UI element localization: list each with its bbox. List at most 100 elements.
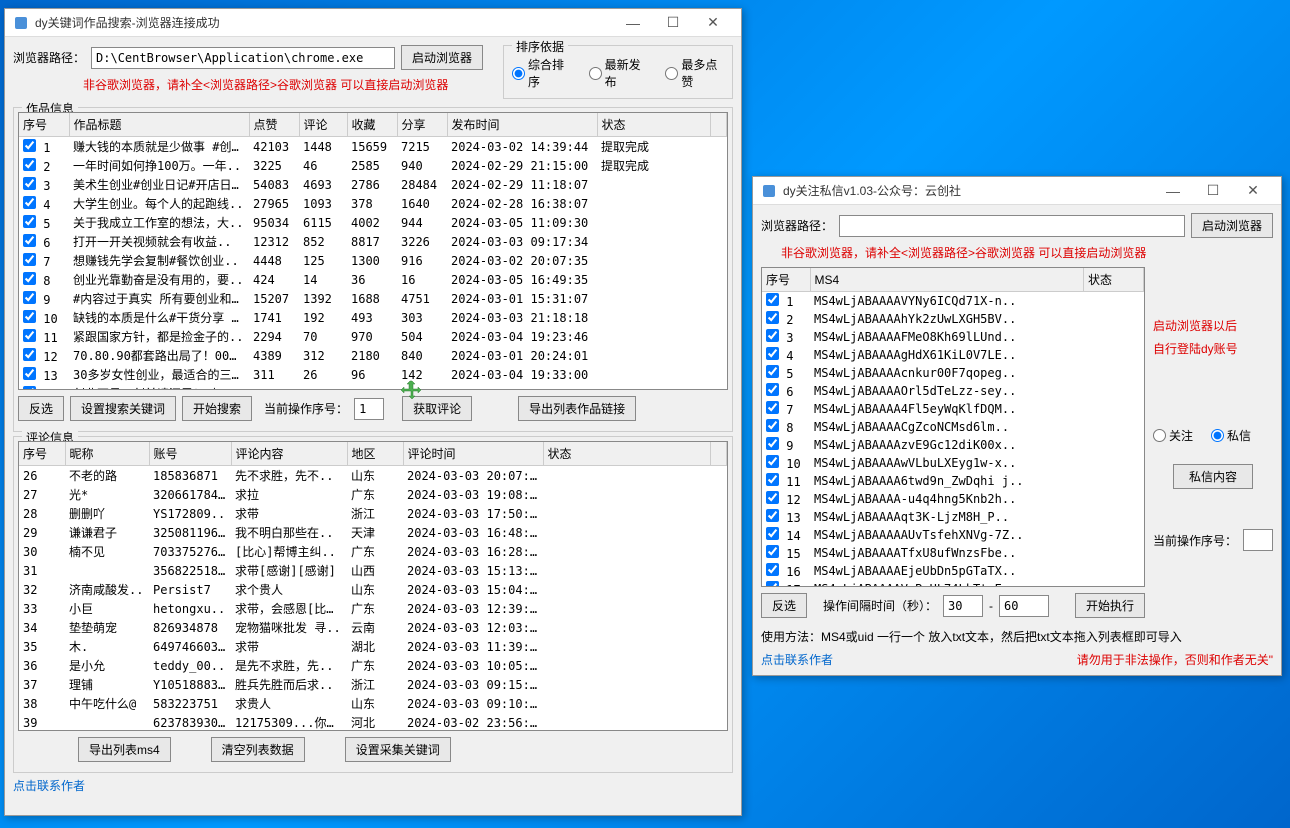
row-checkbox[interactable] [766, 437, 779, 450]
column-header[interactable]: 昵称 [65, 442, 149, 466]
row-checkbox[interactable] [766, 419, 779, 432]
table-row[interactable]: 8创业光靠勤奋是没有用的，要..4241436162024-03-05 16:4… [19, 270, 727, 289]
set-keyword-button[interactable]: 设置搜索关键词 [70, 396, 176, 421]
table-row[interactable]: 26不老的路185836871先不求胜，先不..山东2024-03-03 20:… [19, 466, 727, 486]
row-checkbox[interactable] [23, 215, 36, 228]
sort-most-likes-radio[interactable]: 最多点赞 [665, 56, 724, 90]
dm-radio[interactable]: 私信 [1211, 427, 1251, 444]
close-button[interactable]: ✕ [693, 9, 733, 37]
current-seq-input[interactable] [354, 398, 384, 420]
row-checkbox[interactable] [766, 329, 779, 342]
start-browser-button[interactable]: 启动浏览器 [401, 45, 483, 70]
table-row[interactable]: 10缺钱的本质是什么#干货分享 ..17411924933032024-03-0… [19, 308, 727, 327]
row-checkbox[interactable] [23, 348, 36, 361]
table-row[interactable]: 6打开一开关视频就会有收益..12312852881732262024-03-0… [19, 232, 727, 251]
column-header[interactable]: 序号 [762, 268, 810, 292]
table-row[interactable]: 1270.80.90都套路出局了！00后..438931221808402024… [19, 346, 727, 365]
row-checkbox[interactable] [766, 509, 779, 522]
column-header[interactable]: 序号 [19, 442, 65, 466]
table-row[interactable]: 3MS4wLjABAAAAFMeO8Kh69lLUnd.. [762, 328, 1144, 346]
column-header[interactable]: 序号 [19, 113, 69, 137]
row-checkbox[interactable] [23, 310, 36, 323]
row-checkbox[interactable] [766, 293, 779, 306]
row-checkbox[interactable] [23, 386, 36, 391]
table-row[interactable]: 11紧跟国家方针，都是捡金子的..2294709705042024-03-04 … [19, 327, 727, 346]
get-comments-button[interactable]: 获取评论 [402, 396, 472, 421]
table-row[interactable]: 30楠不见70337527691[比心]帮博主纠..广东2024-03-03 1… [19, 542, 727, 561]
row-checkbox[interactable] [766, 473, 779, 486]
table-row[interactable]: 2MS4wLjABAAAAhYk2zUwLXGH5BV.. [762, 310, 1144, 328]
table-row[interactable]: 1MS4wLjABAAAAVYNy6ICQd71X-n.. [762, 292, 1144, 311]
row-checkbox[interactable] [23, 158, 36, 171]
current-seq-input[interactable] [1243, 529, 1273, 551]
table-row[interactable]: 1330多岁女性创业，最适合的三..31126961422024-03-04 1… [19, 365, 727, 384]
contact-author-link[interactable]: 点击联系作者 [761, 651, 833, 668]
works-table[interactable]: 序号作品标题点赞评论收藏分享发布时间状态 1赚大钱的本质就是少做事 #创..42… [18, 112, 728, 390]
set-collect-keyword-button[interactable]: 设置采集关键词 [345, 737, 451, 762]
dm-content-button[interactable]: 私信内容 [1173, 464, 1253, 489]
sort-comprehensive-radio[interactable]: 综合排序 [512, 56, 571, 90]
browser-path-input[interactable] [839, 215, 1185, 237]
table-row[interactable]: 14MS4wLjABAAAAAUvTsfehXNVg-7Z.. [762, 526, 1144, 544]
sort-latest-radio[interactable]: 最新发布 [589, 56, 648, 90]
row-checkbox[interactable] [23, 196, 36, 209]
row-checkbox[interactable] [766, 365, 779, 378]
table-row[interactable]: 5关于我成立工作室的想法，大..95034611540029442024-03-… [19, 213, 727, 232]
row-checkbox[interactable] [23, 253, 36, 266]
table-row[interactable]: 4大学生创业。每个人的起跑线..27965109337816402024-02-… [19, 194, 727, 213]
table-row[interactable]: 12MS4wLjABAAAA-u4q4hng5Knb2h.. [762, 490, 1144, 508]
table-row[interactable]: 34垫垫萌宠826934878宠物猫咪批发 寻..云南2024-03-03 12… [19, 618, 727, 637]
table-row[interactable]: 7想赚钱先学会复制#餐饮创业..444812513009162024-03-02… [19, 251, 727, 270]
export-links-button[interactable]: 导出列表作品链接 [518, 396, 636, 421]
maximize-button[interactable]: ☐ [1193, 177, 1233, 205]
row-checkbox[interactable] [766, 455, 779, 468]
column-header[interactable]: 发布时间 [447, 113, 597, 137]
row-checkbox[interactable] [23, 329, 36, 342]
table-row[interactable]: 16MS4wLjABAAAAEjeUbDn5pGTaTX.. [762, 562, 1144, 580]
clear-table-button[interactable]: 清空列表数据 [211, 737, 305, 762]
table-row[interactable]: 27光*32066178464求拉广东2024-03-03 19:08:30 [19, 485, 727, 504]
ms4-table[interactable]: 序号MS4状态 1MS4wLjABAAAAVYNy6ICQd71X-n.. 2M… [761, 267, 1145, 587]
table-row[interactable]: 2一年时间如何挣100万。一年..32254625859402024-02-29… [19, 156, 727, 175]
row-checkbox[interactable] [766, 527, 779, 540]
row-checkbox[interactable] [766, 347, 779, 360]
table-row[interactable]: 4MS4wLjABAAAAgHdX61KiL0V7LE.. [762, 346, 1144, 364]
column-header[interactable]: 收藏 [347, 113, 397, 137]
interval-min-input[interactable] [943, 595, 983, 617]
row-checkbox[interactable] [766, 383, 779, 396]
table-row[interactable]: 6MS4wLjABAAAAOrl5dTeLzz-sey.. [762, 382, 1144, 400]
table-row[interactable]: 13MS4wLjABAAAAqt3K-LjzM8H_P.. [762, 508, 1144, 526]
interval-max-input[interactable] [999, 595, 1049, 617]
invert-select-button[interactable]: 反选 [761, 593, 807, 618]
row-checkbox[interactable] [23, 177, 36, 190]
export-ms4-button[interactable]: 导出列表ms4 [78, 737, 171, 762]
table-row[interactable]: 15MS4wLjABAAAATfxU8ufWnzsFbe.. [762, 544, 1144, 562]
table-row[interactable]: 17MS4wLjABAAAAVxBzHL74LkTtrE.. [762, 580, 1144, 587]
row-checkbox[interactable] [23, 291, 36, 304]
column-header[interactable]: 评论 [299, 113, 347, 137]
table-row[interactable]: 38中午吃什么@583223751求贵人山东2024-03-03 09:10:0… [19, 694, 727, 713]
table-row[interactable]: 396237839304112175309...你如果事情都不..河北2024-… [19, 713, 727, 731]
table-row[interactable]: 1赚大钱的本质就是少做事 #创..4210314481565972152024-… [19, 137, 727, 157]
column-header[interactable]: 状态 [543, 442, 711, 466]
row-checkbox[interactable] [766, 491, 779, 504]
table-row[interactable]: 29谦谦君子32508119675我不明白那些在..天津2024-03-03 1… [19, 523, 727, 542]
row-checkbox[interactable] [766, 311, 779, 324]
table-row[interactable]: 5MS4wLjABAAAAcnkur00F7qopeg.. [762, 364, 1144, 382]
column-header[interactable]: 地区 [347, 442, 403, 466]
row-checkbox[interactable] [23, 234, 36, 247]
table-row[interactable]: 32济南咸酸发..Persist7求个贵人山东2024-03-03 15:04:… [19, 580, 727, 599]
table-row[interactable]: 3美术生创业#创业日记#开店日..5408346932786284842024-… [19, 175, 727, 194]
minimize-button[interactable]: — [613, 9, 653, 37]
start-search-button[interactable]: 开始搜索 [182, 396, 252, 421]
row-checkbox[interactable] [766, 563, 779, 576]
column-header[interactable]: 状态 [1084, 268, 1144, 292]
table-row[interactable]: 14创业不易，创前请深思！#知..193250316213592024-03-0… [19, 384, 727, 390]
column-header[interactable]: 点赞 [249, 113, 299, 137]
row-checkbox[interactable] [23, 139, 36, 152]
contact-author-link[interactable]: 点击联系作者 [13, 777, 85, 794]
column-header[interactable]: 状态 [597, 113, 711, 137]
browser-path-input[interactable] [91, 47, 395, 69]
column-header[interactable]: 评论内容 [231, 442, 347, 466]
column-header[interactable]: MS4 [810, 268, 1084, 292]
